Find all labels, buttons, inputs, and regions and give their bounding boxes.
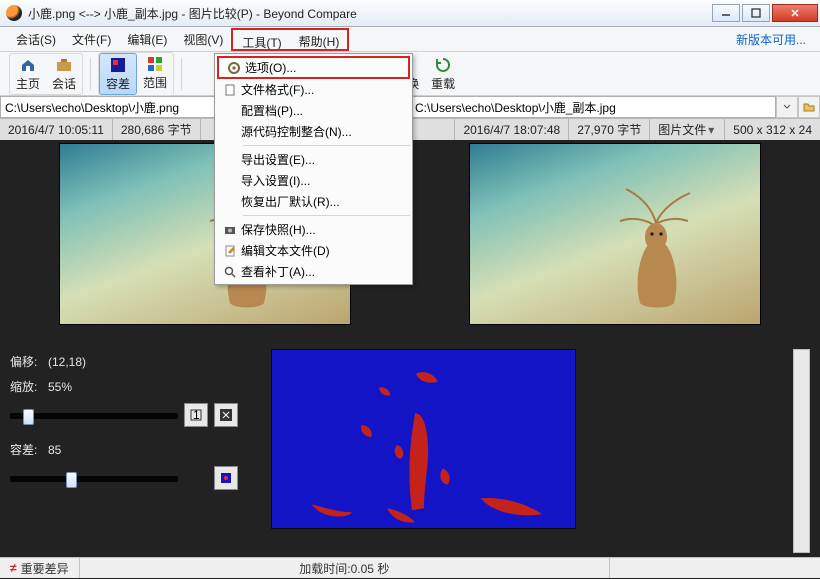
tools-dropdown: 选项(O)... 文件格式(F)... 配置档(P)... 源代码控制整合(N)… — [214, 53, 413, 285]
tolerance-label: 容差: — [10, 441, 48, 458]
diff-image[interactable] — [271, 349, 576, 529]
actual-size-button[interactable] — [214, 403, 238, 427]
diff-controls: 偏移: (12,18) 缩放: 55% 1 容差: 85 — [10, 349, 265, 553]
status-diff: ≠ 重要差异 — [0, 558, 80, 578]
left-filesize: 280,686 字节 — [113, 119, 201, 140]
tolerance-value: 85 — [48, 443, 61, 457]
camera-icon — [219, 223, 241, 237]
menu-session[interactable]: 会话(S) — [8, 28, 64, 51]
vertical-scrollbar[interactable] — [793, 349, 810, 553]
title-bar: 小鹿.png <--> 小鹿_副本.jpg - 图片比较(P) - Beyond… — [0, 0, 820, 27]
app-icon — [6, 5, 22, 21]
maximize-button[interactable] — [742, 4, 770, 22]
right-filetype[interactable]: 图片文件▾ — [650, 119, 725, 140]
menu-import-settings[interactable]: 导入设置(I)... — [215, 170, 412, 191]
slider-thumb[interactable] — [66, 472, 77, 488]
tolerance-slider[interactable] — [10, 476, 178, 482]
menu-help[interactable]: 帮助(H) — [291, 30, 348, 49]
zoom-label: 缩放: — [10, 378, 48, 395]
diff-area: 偏移: (12,18) 缩放: 55% 1 容差: 85 — [0, 343, 820, 557]
right-filesize: 27,970 字节 — [569, 119, 650, 140]
menu-bar: 会话(S) 文件(F) 编辑(E) 视图(V) 工具(T) 帮助(H) 新版本可… — [0, 27, 820, 52]
menu-view[interactable]: 视图(V) — [175, 28, 231, 51]
file-icon — [219, 83, 241, 97]
close-button[interactable] — [772, 4, 818, 22]
minimize-button[interactable] — [712, 4, 740, 22]
right-image — [470, 144, 760, 324]
zoom-value: 55% — [48, 380, 72, 394]
slider-thumb[interactable] — [23, 409, 34, 425]
menu-highlight-box: 工具(T) 帮助(H) — [231, 28, 349, 51]
briefcase-icon — [55, 56, 73, 74]
window-title: 小鹿.png <--> 小鹿_副本.jpg - 图片比较(P) - Beyond… — [28, 5, 712, 22]
right-image-pane[interactable] — [410, 140, 820, 343]
menu-restore-defaults[interactable]: 恢复出厂默认(R)... — [215, 191, 412, 212]
toolbar-diff[interactable]: 容差 — [99, 53, 137, 95]
range-icon — [146, 55, 164, 73]
left-timestamp: 2016/4/7 10:05:11 — [0, 119, 113, 140]
toolbar-sessions[interactable]: 会话 — [46, 54, 82, 94]
toolbar-home[interactable]: 主页 — [10, 54, 46, 94]
offset-label: 偏移: — [10, 353, 48, 370]
svg-text:1: 1 — [193, 408, 200, 422]
zoom-slider[interactable] — [10, 413, 178, 419]
menu-save-snapshot[interactable]: 保存快照(H)... — [215, 219, 412, 240]
menu-view-patch[interactable]: 查看补丁(A)... — [215, 261, 412, 282]
menu-file-formats[interactable]: 文件格式(F)... — [215, 79, 412, 100]
update-available-link[interactable]: 新版本可用... — [730, 29, 812, 50]
not-equal-icon: ≠ — [10, 561, 17, 575]
tolerance-button[interactable] — [214, 466, 238, 490]
menu-edit-text-file[interactable]: 编辑文本文件(D) — [215, 240, 412, 261]
edit-icon — [219, 244, 241, 258]
menu-export-settings[interactable]: 导出设置(E)... — [215, 149, 412, 170]
gear-icon — [223, 61, 245, 75]
reload-icon — [434, 56, 452, 74]
right-timestamp: 2016/4/7 18:07:48 — [455, 119, 569, 140]
menu-profiles[interactable]: 配置档(P)... — [215, 100, 412, 121]
right-browse-button[interactable] — [798, 96, 820, 118]
menu-tools[interactable]: 工具(T) — [233, 30, 290, 49]
search-icon — [219, 265, 241, 279]
right-path-input[interactable]: C:\Users\echo\Desktop\小鹿_副本.jpg — [410, 96, 776, 118]
toolbar-range[interactable]: 范围 — [137, 53, 173, 95]
status-bar: ≠ 重要差异 加载时间: 0.05 秒 — [0, 557, 820, 578]
diff-icon — [109, 56, 127, 74]
menu-source-control[interactable]: 源代码控制整合(N)... — [215, 121, 412, 142]
menu-options[interactable]: 选项(O)... — [217, 56, 410, 79]
fit-button[interactable]: 1 — [184, 403, 208, 427]
home-icon — [19, 56, 37, 74]
right-dimensions: 500 x 312 x 24 — [725, 119, 820, 140]
toolbar-reload[interactable]: 重载 — [425, 54, 461, 94]
chevron-down-icon: ▾ — [706, 123, 716, 137]
menu-file[interactable]: 文件(F) — [64, 28, 119, 51]
menu-edit[interactable]: 编辑(E) — [119, 28, 175, 51]
offset-value: (12,18) — [48, 355, 86, 369]
status-load-time: 加载时间: 0.05 秒 — [80, 558, 610, 578]
menu-divider — [243, 215, 410, 216]
right-path-dropdown[interactable] — [776, 96, 798, 118]
menu-divider — [243, 145, 410, 146]
